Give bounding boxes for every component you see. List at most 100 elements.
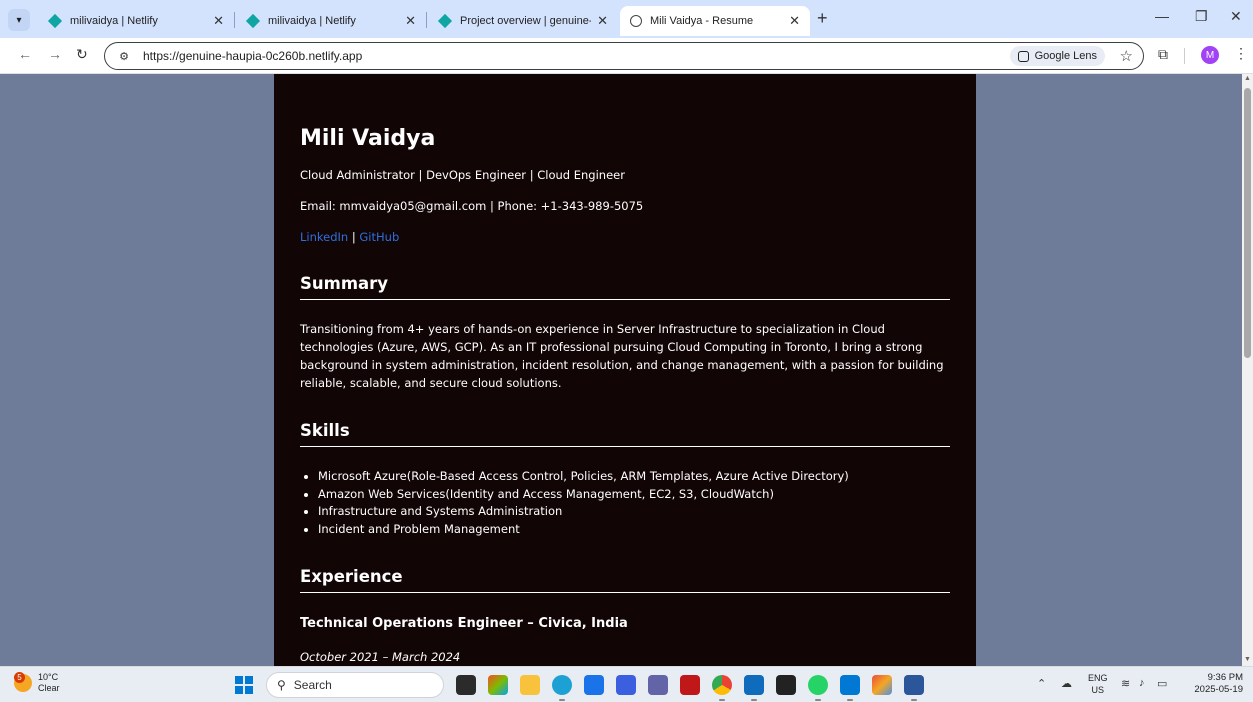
scroll-down-arrow-icon[interactable]: ▼ bbox=[1244, 656, 1251, 663]
edge-icon[interactable] bbox=[552, 675, 572, 701]
skills-list: Microsoft Azure(Role-Based Access Contro… bbox=[318, 468, 948, 538]
color-app-icon[interactable] bbox=[872, 675, 892, 695]
vscode-icon[interactable] bbox=[840, 675, 860, 701]
start-button[interactable] bbox=[235, 676, 253, 694]
netlify-icon bbox=[437, 13, 453, 29]
browser-toolbar: ← → ↻ ⚙ https://genuine-haupia-0c260b.ne… bbox=[0, 38, 1253, 74]
tab-separator bbox=[426, 12, 427, 28]
search-placeholder: Search bbox=[293, 678, 332, 692]
lang-bottom: US bbox=[1091, 685, 1105, 695]
start-logo-pane bbox=[245, 686, 253, 694]
skill-item: Incident and Problem Management bbox=[318, 521, 948, 539]
close-icon[interactable]: ✕ bbox=[789, 13, 800, 29]
linkedin-link[interactable]: LinkedIn bbox=[300, 230, 348, 244]
address-bar[interactable]: ⚙ https://genuine-haupia-0c260b.netlify.… bbox=[104, 42, 1144, 70]
tab-separator bbox=[234, 12, 235, 28]
scroll-up-arrow-icon[interactable]: ▲ bbox=[1244, 75, 1251, 82]
site-info-icon[interactable]: ⚙ bbox=[115, 47, 133, 65]
battery-icon[interactable]: ▭ bbox=[1157, 677, 1167, 690]
forward-button[interactable]: → bbox=[48, 46, 62, 62]
system-clock[interactable]: 9:36 PM 2025-05-19 bbox=[1187, 672, 1243, 696]
toolbar-divider bbox=[1184, 48, 1185, 64]
close-icon[interactable]: ✕ bbox=[597, 13, 608, 29]
store-icon[interactable] bbox=[584, 675, 604, 695]
skills-heading: Skills bbox=[300, 421, 950, 447]
page-viewport: Mili Vaidya Cloud Administrator | DevOps… bbox=[0, 74, 1253, 666]
google-lens-button[interactable]: Google Lens bbox=[1009, 46, 1105, 66]
tab-title: milivaidya | Netlify bbox=[268, 15, 356, 27]
chevron-up-icon[interactable]: ⌃ bbox=[1037, 677, 1046, 690]
outlook-icon[interactable] bbox=[744, 675, 764, 701]
lens-icon bbox=[1017, 50, 1029, 62]
file-explorer-icon[interactable] bbox=[520, 675, 540, 695]
tab-title: Mili Vaidya - Resume bbox=[650, 15, 754, 27]
whatsapp-icon[interactable] bbox=[808, 675, 828, 701]
vertical-scrollbar[interactable]: ▲ ▼ bbox=[1242, 74, 1253, 666]
minimize-button[interactable]: — bbox=[1155, 8, 1169, 24]
extensions-icon[interactable]: ⧉ bbox=[1158, 46, 1168, 63]
resume-roles: Cloud Administrator | DevOps Engineer | … bbox=[300, 168, 625, 182]
chrome-icon[interactable] bbox=[712, 675, 732, 701]
word-icon[interactable] bbox=[904, 675, 924, 701]
onedrive-cloud-icon[interactable]: ☁ bbox=[1061, 677, 1072, 690]
github-link[interactable]: GitHub bbox=[359, 230, 399, 244]
resume-container: Mili Vaidya Cloud Administrator | DevOps… bbox=[274, 74, 976, 666]
windows-taskbar: 5 10°C Clear ⚲ Search ⌃ ☁ ENG US ≋ ♪ ▭ 9… bbox=[0, 666, 1253, 702]
restore-button[interactable]: ❐ bbox=[1195, 8, 1208, 25]
reload-button[interactable]: ↻ bbox=[76, 46, 88, 63]
whiteboard-icon[interactable] bbox=[616, 675, 636, 695]
clock-date: 2025-05-19 bbox=[1194, 684, 1243, 695]
job-dates: October 2021 – March 2024 bbox=[300, 650, 461, 664]
teams-icon[interactable] bbox=[648, 675, 668, 695]
back-button[interactable]: ← bbox=[18, 46, 32, 62]
new-tab-button[interactable]: + bbox=[817, 8, 828, 29]
window-close-button[interactable]: ✕ bbox=[1230, 8, 1242, 25]
experience-heading: Experience bbox=[300, 567, 950, 593]
job-title: Technical Operations Engineer – Civica, … bbox=[300, 616, 628, 631]
volume-icon[interactable]: ♪ bbox=[1139, 677, 1145, 689]
resume-name: Mili Vaidya bbox=[300, 126, 436, 151]
menu-kebab-icon[interactable]: ⋮ bbox=[1234, 45, 1248, 62]
clock-time: 9:36 PM bbox=[1207, 672, 1243, 683]
weather-sun-icon: 5 bbox=[14, 672, 32, 692]
weather-desc: Clear bbox=[38, 683, 60, 693]
skill-item: Amazon Web Services(Identity and Access … bbox=[318, 486, 948, 504]
wifi-icon[interactable]: ≋ bbox=[1121, 677, 1130, 690]
summary-heading: Summary bbox=[300, 274, 950, 300]
start-logo-pane bbox=[235, 686, 243, 694]
taskbar-search[interactable]: ⚲ Search bbox=[266, 672, 444, 698]
summary-text: Transitioning from 4+ years of hands-on … bbox=[300, 322, 944, 390]
tab-search-button[interactable]: ▾ bbox=[8, 9, 30, 31]
skill-item: Infrastructure and Systems Administratio… bbox=[318, 503, 948, 521]
links-separator: | bbox=[351, 230, 356, 244]
start-logo-pane bbox=[245, 676, 253, 684]
tab-title: milivaidya | Netlify bbox=[70, 15, 158, 27]
url-text[interactable]: https://genuine-haupia-0c260b.netlify.ap… bbox=[143, 49, 362, 63]
weather-text: 10°C Clear bbox=[38, 672, 60, 694]
bookmark-star-icon[interactable]: ☆ bbox=[1120, 47, 1133, 65]
terminal-icon[interactable] bbox=[776, 675, 796, 695]
close-icon[interactable]: ✕ bbox=[213, 13, 224, 29]
weather-temp: 10°C bbox=[38, 672, 59, 682]
tab-netlify-1[interactable]: milivaidya | Netlify ✕ bbox=[38, 6, 234, 36]
search-icon: ⚲ bbox=[277, 678, 286, 692]
tab-netlify-2[interactable]: milivaidya | Netlify ✕ bbox=[236, 6, 426, 36]
tab-resume[interactable]: Mili Vaidya - Resume ✕ bbox=[620, 6, 810, 36]
start-logo-pane bbox=[235, 676, 243, 684]
scrollbar-thumb[interactable] bbox=[1244, 88, 1251, 358]
task-view-icon[interactable] bbox=[456, 675, 476, 695]
lang-top: ENG bbox=[1088, 673, 1108, 683]
weather-widget[interactable]: 5 10°C Clear bbox=[14, 672, 60, 694]
netlify-icon bbox=[47, 13, 63, 29]
mcafee-icon[interactable] bbox=[680, 675, 700, 695]
notification-badge: 5 bbox=[14, 672, 25, 683]
tab-project-overview[interactable]: Project overview | genuine-hau ✕ bbox=[428, 6, 618, 36]
copilot-icon[interactable] bbox=[488, 675, 508, 695]
skill-item: Microsoft Azure(Role-Based Access Contro… bbox=[318, 468, 948, 486]
tab-title: Project overview | genuine-hau bbox=[460, 15, 592, 27]
lens-label: Google Lens bbox=[1034, 50, 1097, 62]
language-indicator[interactable]: ENG US bbox=[1088, 672, 1108, 696]
profile-avatar[interactable]: M bbox=[1201, 46, 1219, 64]
resume-contact: Email: mmvaidya05@gmail.com | Phone: +1-… bbox=[300, 199, 644, 213]
close-icon[interactable]: ✕ bbox=[405, 13, 416, 29]
